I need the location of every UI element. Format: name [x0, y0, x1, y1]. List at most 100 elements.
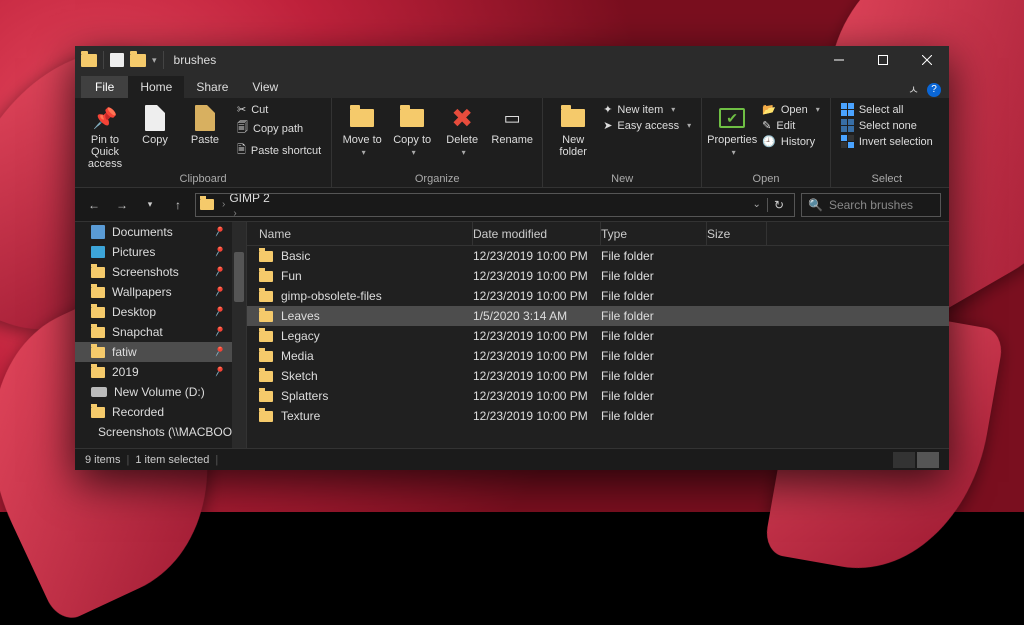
- file-tab[interactable]: File: [81, 76, 128, 98]
- col-type[interactable]: Type: [601, 222, 707, 245]
- titlebar[interactable]: ▾ brushes: [75, 46, 949, 74]
- search-input[interactable]: 🔍 Search brushes: [801, 193, 941, 217]
- move-to-button[interactable]: Move to: [338, 102, 386, 157]
- file-row[interactable]: gimp-obsolete-files12/23/2019 10:00 PMFi…: [247, 286, 949, 306]
- selectall-icon: [841, 103, 854, 116]
- new-item-button[interactable]: ✦New item: [599, 102, 695, 117]
- sidebar-item[interactable]: Pictures📍: [75, 242, 246, 262]
- copypath-icon: 🗐: [237, 119, 248, 138]
- easy-access-button[interactable]: ➤Easy access: [599, 118, 695, 133]
- col-size[interactable]: Size: [707, 222, 767, 245]
- open-button[interactable]: 📂Open: [758, 102, 824, 117]
- file-row[interactable]: Fun12/23/2019 10:00 PMFile folder: [247, 266, 949, 286]
- paste-shortcut-button[interactable]: 🗎Paste shortcut: [233, 140, 325, 161]
- help-icon[interactable]: ?: [927, 83, 941, 97]
- forward-button[interactable]: →: [111, 194, 133, 216]
- window-title: brushes: [174, 53, 217, 67]
- newfolder-icon: [561, 109, 585, 127]
- file-type: File folder: [601, 329, 707, 343]
- col-name[interactable]: Name: [247, 222, 473, 245]
- sidebar-item[interactable]: Snapchat📍: [75, 322, 246, 342]
- breadcrumb-segment[interactable]: GIMP 2: [229, 193, 307, 205]
- file-row[interactable]: Leaves1/5/2020 3:14 AMFile folder: [247, 306, 949, 326]
- sidebar-item[interactable]: fatiw📍: [75, 342, 246, 362]
- file-row[interactable]: Legacy 12/23/2019 10:00 PMFile folder: [247, 326, 949, 346]
- thumbnails-view-toggle[interactable]: [917, 452, 939, 468]
- file-pane[interactable]: Name Date modified Type Size Basic12/23/…: [247, 222, 949, 448]
- sidebar-scrollbar[interactable]: [232, 222, 246, 448]
- sidebar-item[interactable]: 2019📍: [75, 362, 246, 382]
- open-icon: 📂: [762, 103, 776, 116]
- select-all-button[interactable]: Select all: [837, 102, 937, 117]
- file-row[interactable]: Basic12/23/2019 10:00 PMFile folder: [247, 246, 949, 266]
- minimize-button[interactable]: [817, 46, 861, 74]
- sidebar-item-label: Recorded: [112, 405, 164, 419]
- file-date: 12/23/2019 10:00 PM: [473, 329, 601, 343]
- pin-icon: 📍: [210, 364, 226, 380]
- sidebar-item-label: Documents: [112, 225, 173, 239]
- collapse-ribbon-icon[interactable]: ㅅ: [908, 81, 919, 98]
- file-row[interactable]: Splatters12/23/2019 10:00 PMFile folder: [247, 386, 949, 406]
- share-tab[interactable]: Share: [184, 76, 240, 98]
- sidebar-item-label: Screenshots: [112, 265, 179, 279]
- history-icon: 🕘: [762, 135, 776, 148]
- up-button[interactable]: ↑: [167, 194, 189, 216]
- maximize-button[interactable]: [861, 46, 905, 74]
- sidebar-item[interactable]: Documents 📍: [75, 222, 246, 242]
- file-name: Legacy: [281, 329, 320, 343]
- pin-icon: 📍: [210, 224, 226, 240]
- details-view-toggle[interactable]: [893, 452, 915, 468]
- sidebar-item[interactable]: Screenshots (\\MACBOOKA: [75, 422, 246, 442]
- folder-icon: [259, 411, 273, 422]
- delete-button[interactable]: ✖Delete: [438, 102, 486, 157]
- pin-quick-access-button[interactable]: 📌 Pin to Quick access: [81, 102, 129, 170]
- new-folder-button[interactable]: New folder: [549, 102, 597, 158]
- search-icon: 🔍: [808, 198, 823, 212]
- col-date[interactable]: Date modified: [473, 222, 601, 245]
- address-bar[interactable]: › Fatima Wahab›AppData›Local›Programs›GI…: [195, 193, 795, 217]
- cut-button[interactable]: ✂Cut: [233, 102, 325, 117]
- copy-to-button[interactable]: Copy to: [388, 102, 436, 157]
- file-row[interactable]: Sketch12/23/2019 10:00 PMFile folder: [247, 366, 949, 386]
- sidebar-item[interactable]: Screenshots📍: [75, 262, 246, 282]
- moveto-icon: [350, 109, 374, 127]
- close-button[interactable]: [905, 46, 949, 74]
- file-date: 12/23/2019 10:00 PM: [473, 369, 601, 383]
- copy-button[interactable]: Copy: [131, 102, 179, 146]
- file-row[interactable]: Texture12/23/2019 10:00 PMFile folder: [247, 406, 949, 426]
- qat-properties-icon[interactable]: [110, 53, 124, 67]
- recent-dropdown[interactable]: ▾: [139, 194, 161, 216]
- pin-icon: 📍: [210, 324, 226, 340]
- file-row[interactable]: Media12/23/2019 10:00 PMFile folder: [247, 346, 949, 366]
- file-name: Media: [281, 349, 314, 363]
- copy-icon: [145, 105, 165, 131]
- address-dropdown-icon[interactable]: ⌄: [747, 199, 767, 210]
- column-headers[interactable]: Name Date modified Type Size: [247, 222, 949, 246]
- back-button[interactable]: ←: [83, 194, 105, 216]
- qat-folder-icon[interactable]: [81, 54, 97, 67]
- home-tab[interactable]: Home: [128, 76, 184, 98]
- open-label: Open: [708, 173, 824, 185]
- qat-newfolder-icon[interactable]: [130, 54, 146, 67]
- select-none-button[interactable]: Select none: [837, 118, 937, 133]
- folder-icon: [259, 291, 273, 302]
- sidebar[interactable]: Documents📍Pictures📍Screenshots📍Wallpaper…: [75, 222, 247, 448]
- view-tab[interactable]: View: [240, 76, 290, 98]
- file-type: File folder: [601, 369, 707, 383]
- file-name: gimp-obsolete-files: [281, 289, 382, 303]
- sidebar-item[interactable]: Wallpapers📍: [75, 282, 246, 302]
- history-button[interactable]: 🕘History: [758, 134, 824, 149]
- rename-button[interactable]: ▭Rename: [488, 102, 536, 146]
- file-name: Splatters: [281, 389, 328, 403]
- sidebar-item[interactable]: New Volume (D:): [75, 382, 246, 402]
- copy-path-button[interactable]: 🗐Copy path: [233, 118, 325, 139]
- paste-button[interactable]: Paste: [181, 102, 229, 146]
- properties-button[interactable]: Properties: [708, 102, 756, 157]
- folder-icon: [259, 311, 273, 322]
- refresh-button[interactable]: ↻: [767, 198, 790, 212]
- invert-selection-button[interactable]: Invert selection: [837, 134, 937, 149]
- sidebar-item[interactable]: Desktop📍: [75, 302, 246, 322]
- sidebar-item-label: New Volume (D:): [114, 385, 205, 399]
- sidebar-item[interactable]: Recorded: [75, 402, 246, 422]
- edit-button[interactable]: ✎Edit: [758, 118, 824, 133]
